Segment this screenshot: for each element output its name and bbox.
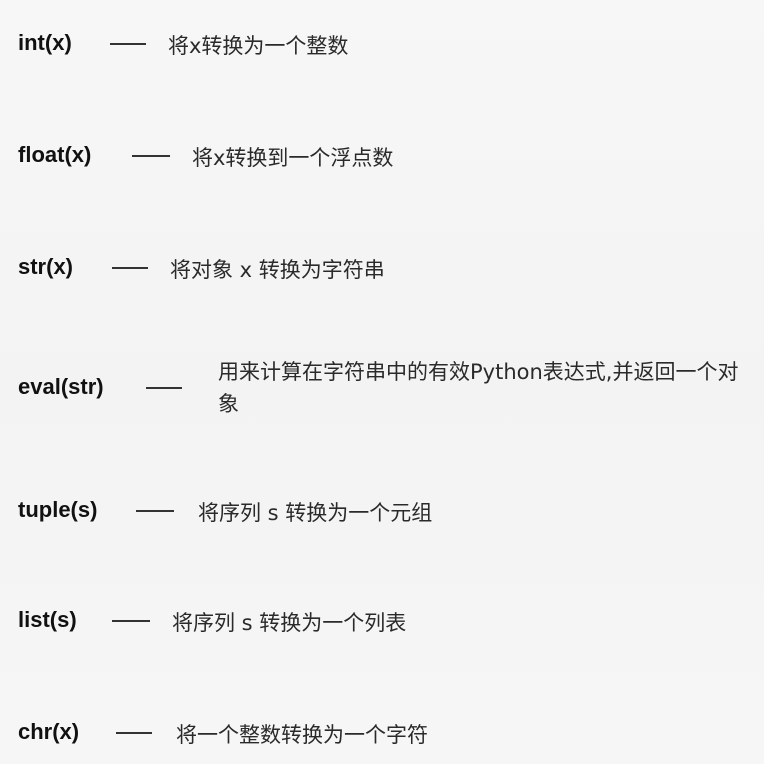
function-name: int(x) — [18, 30, 72, 55]
dash-separator — [146, 387, 182, 389]
function-description: 将x转换为一个整数 — [168, 34, 349, 58]
function-description: 用来计算在字符串中的有效Python表达式,并返回一个对象 — [218, 360, 739, 416]
function-name: str(x) — [18, 254, 74, 279]
dash-separator — [110, 43, 146, 45]
dash-separator — [112, 620, 150, 622]
dash-separator — [132, 155, 170, 157]
dash-separator — [136, 510, 174, 512]
function-description: 将序列 s 转换为一个元组 — [198, 501, 433, 525]
function-description: 将序列 s 转换为一个列表 — [172, 611, 407, 635]
function-description: 将x转换到一个浮点数 — [192, 146, 394, 170]
function-name: eval(str) — [18, 374, 104, 399]
dash-separator — [112, 267, 148, 269]
function-description: 将一个整数转换为一个字符 — [176, 723, 428, 747]
function-name: tuple(s) — [18, 497, 98, 522]
function-name: float(x) — [18, 142, 92, 167]
dash-separator — [116, 732, 152, 734]
function-description: 将对象 x 转换为字符串 — [170, 258, 385, 282]
function-name: list(s) — [18, 607, 77, 632]
function-name: chr(x) — [18, 719, 80, 744]
conversion-functions-page: int(x) 将x转换为一个整数 float(x) 将x转换到一个浮点数 str… — [0, 0, 764, 764]
